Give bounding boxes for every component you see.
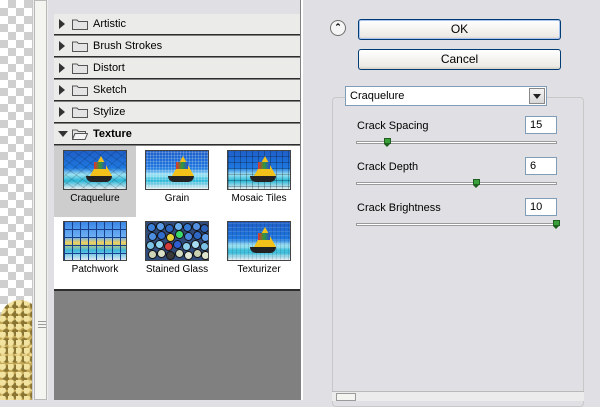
category-label: Texture (93, 128, 132, 140)
expand-triangle-icon[interactable] (59, 107, 65, 117)
thumbnail-mosaic-tiles[interactable]: Mosaic Tiles (218, 146, 300, 217)
thumbnail-stained-glass[interactable]: Stained Glass (136, 217, 218, 288)
thumbnail-texturizer[interactable]: Texturizer (218, 217, 300, 288)
crack-spacing-label: Crack Spacing (357, 120, 429, 132)
category-label: Brush Strokes (93, 40, 163, 52)
category-label: Artistic (93, 18, 126, 30)
folder-icon (72, 19, 88, 30)
thumbnail-label: Grain (164, 193, 190, 204)
ok-button[interactable]: OK (358, 19, 561, 40)
thumbnail-grain[interactable]: Grain (136, 146, 218, 217)
image-preview[interactable] (0, 0, 32, 400)
preview-texture-image (0, 300, 32, 400)
preview-vertical-scrollbar[interactable] (32, 0, 49, 400)
stained-glass-preview-image (145, 221, 209, 261)
crack-depth-slider[interactable] (356, 179, 557, 188)
crack-spacing-input[interactable]: 15 (525, 116, 557, 134)
thumbnail-label: Stained Glass (145, 264, 209, 275)
expand-triangle-icon[interactable] (59, 41, 65, 51)
crack-brightness-slider-knob[interactable] (553, 220, 560, 229)
expand-triangle-icon[interactable] (59, 19, 65, 29)
category-label: Distort (93, 62, 125, 74)
category-distort[interactable]: Distort (54, 58, 300, 79)
texture-thumbnails: Craquelure Grain Mosaic Tiles Patchwork (54, 146, 300, 291)
filter-dropdown-value: Craquelure (350, 90, 405, 102)
thumbnail-label: Patchwork (71, 264, 119, 275)
panel-divider (300, 0, 303, 400)
filter-dropdown[interactable]: Craquelure (345, 86, 547, 106)
texturizer-preview-image (227, 221, 291, 261)
expand-triangle-icon[interactable] (59, 63, 65, 73)
crack-depth-label: Crack Depth (357, 161, 419, 173)
open-folder-icon (72, 129, 88, 140)
thumbnail-label: Texturizer (237, 264, 281, 275)
crack-brightness-slider[interactable] (356, 220, 560, 229)
grain-preview-image (145, 150, 209, 190)
category-sketch[interactable]: Sketch (54, 80, 300, 101)
thumbnail-patchwork[interactable]: Patchwork (54, 217, 136, 288)
thumbnail-craquelure[interactable]: Craquelure (54, 146, 136, 217)
category-texture[interactable]: Texture (54, 124, 300, 145)
scrollbar-grip-icon (38, 321, 46, 330)
filter-gallery: Artistic Brush Strokes Distort Sketch St… (54, 14, 300, 400)
expand-triangle-icon[interactable] (59, 85, 65, 95)
scrollbar-thumb[interactable] (34, 0, 47, 400)
category-label: Sketch (93, 84, 127, 96)
folder-icon (72, 85, 88, 96)
patchwork-preview-image (63, 221, 127, 261)
craquelure-preview-image (63, 150, 127, 190)
folder-icon (72, 107, 88, 118)
cancel-button[interactable]: Cancel (358, 49, 561, 70)
category-artistic[interactable]: Artistic (54, 14, 300, 35)
folder-icon (72, 63, 88, 74)
crack-depth-slider-knob[interactable] (473, 179, 480, 188)
crack-spacing-slider[interactable] (356, 138, 557, 147)
chevron-down-icon[interactable] (529, 88, 545, 104)
crack-spacing-slider-knob[interactable] (384, 138, 391, 147)
collapse-triangle-icon[interactable] (58, 131, 68, 137)
folder-icon (72, 41, 88, 52)
category-stylize[interactable]: Stylize (54, 102, 300, 123)
crack-depth-input[interactable]: 6 (525, 157, 557, 175)
mosaic-tiles-preview-image (227, 150, 291, 190)
crack-brightness-label: Crack Brightness (357, 202, 441, 214)
thumbnail-label: Craquelure (70, 193, 120, 204)
collapse-gallery-chevron-up-icon[interactable]: ⌃ (330, 20, 346, 36)
category-label: Stylize (93, 106, 126, 118)
thumbnail-label: Mosaic Tiles (231, 193, 287, 204)
crack-brightness-input[interactable]: 10 (525, 198, 557, 216)
category-brush-strokes[interactable]: Brush Strokes (54, 36, 300, 57)
